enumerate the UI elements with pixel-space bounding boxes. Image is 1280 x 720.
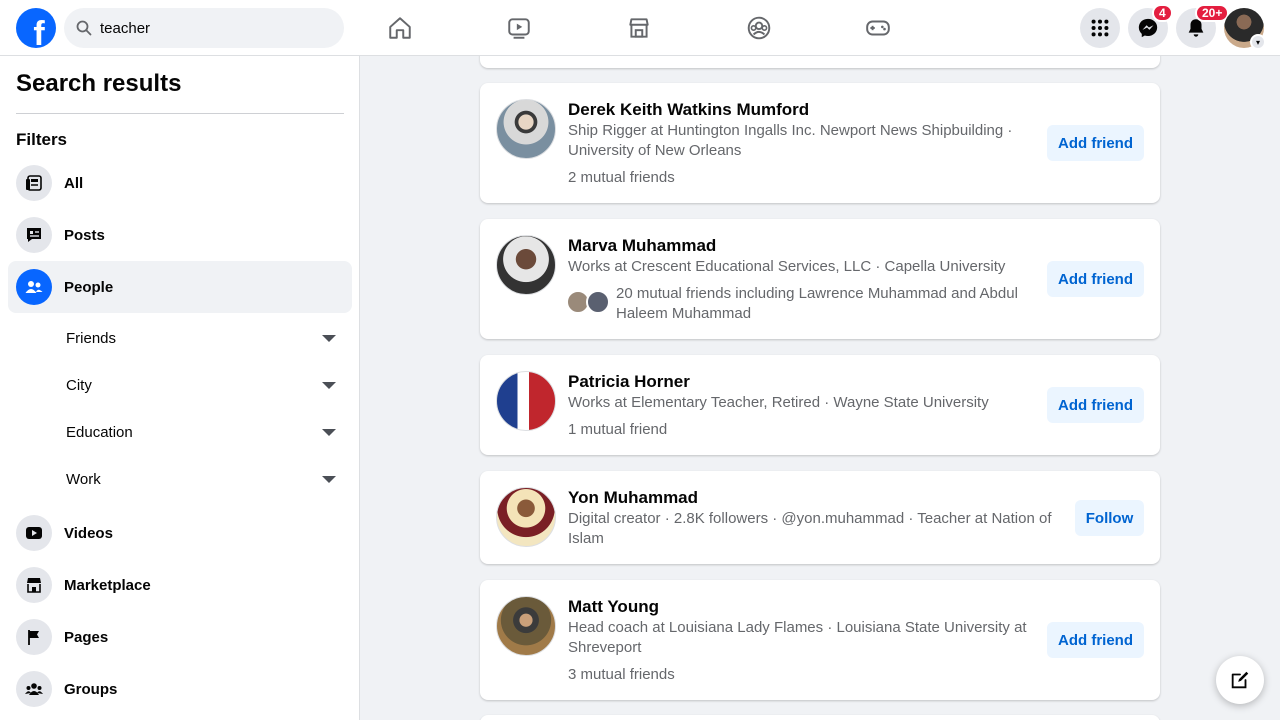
add-friend-button[interactable]: Add friend <box>1047 622 1144 658</box>
mutual-friends[interactable]: 20 mutual friends including Lawrence Muh… <box>616 284 1036 324</box>
video-icon <box>16 515 52 551</box>
person-name[interactable]: Patricia Horner <box>568 372 690 392</box>
search-input[interactable] <box>100 19 320 37</box>
result-card: Marva Muhammad Works at Crescent Educati… <box>480 219 1160 339</box>
messenger-button[interactable]: 4 <box>1128 4 1173 48</box>
groups-icon <box>16 671 52 707</box>
profile-avatar[interactable] <box>496 235 556 295</box>
mutual-friends[interactable]: 1 mutual friend <box>568 420 667 440</box>
person-details: Head coach at Louisiana Lady Flames · Lo… <box>568 619 1027 656</box>
caret-down-icon <box>322 334 336 342</box>
sidebar-item-videos[interactable]: Videos <box>8 507 352 559</box>
person-details: Works at Elementary Teacher, Retired · W… <box>568 394 989 411</box>
add-friend-button[interactable]: Add friend <box>1047 387 1144 423</box>
profile-avatar[interactable] <box>496 371 556 431</box>
profile-avatar[interactable] <box>496 487 556 547</box>
search-box[interactable] <box>64 8 344 48</box>
menu-grid-button[interactable] <box>1080 8 1120 48</box>
messenger-badge: 4 <box>1152 4 1173 22</box>
watch-icon[interactable] <box>503 12 535 44</box>
flag-icon <box>16 619 52 655</box>
caret-down-icon <box>322 428 336 436</box>
add-friend-button[interactable]: Add friend <box>1047 261 1144 297</box>
result-card: Patricia Horner Works at Elementary Teac… <box>480 355 1160 455</box>
new-message-button[interactable] <box>1216 656 1264 704</box>
notifications-badge: 20+ <box>1195 4 1230 22</box>
mutual-friends[interactable]: 3 mutual friends <box>568 665 675 685</box>
result-card: Matt Young Head coach at Louisiana Lady … <box>480 580 1160 700</box>
gaming-icon[interactable] <box>862 12 894 44</box>
follow-button[interactable]: Follow <box>1075 500 1144 536</box>
person-name[interactable]: Marva Muhammad <box>568 236 716 256</box>
sidebar-item-posts[interactable]: Posts <box>8 209 352 261</box>
caret-down-icon <box>322 475 336 483</box>
account-avatar-button[interactable]: ▾ <box>1224 8 1266 50</box>
home-icon[interactable] <box>384 12 416 44</box>
result-card: Yon Muhammad Digital creator · 2.8K foll… <box>480 471 1160 564</box>
marketplace-icon <box>16 567 52 603</box>
compose-icon <box>1231 671 1249 689</box>
sidebar-title: Search results <box>16 70 182 97</box>
filter-education-dropdown[interactable]: Education <box>66 412 346 452</box>
grid-icon <box>1091 19 1109 37</box>
profile-avatar[interactable] <box>496 99 556 159</box>
person-details: Works at Crescent Educational Services, … <box>568 258 1006 275</box>
newsfeed-icon <box>16 165 52 201</box>
search-icon <box>76 20 92 36</box>
filter-friends-dropdown[interactable]: Friends <box>66 318 346 358</box>
notifications-button[interactable]: 20+ <box>1176 4 1230 48</box>
chevron-down-icon: ▾ <box>1250 34 1266 50</box>
result-card: Derek Keith Watkins Mumford Ship Rigger … <box>480 83 1160 203</box>
filter-work-dropdown[interactable]: Work <box>66 459 346 499</box>
filter-city-dropdown[interactable]: City <box>66 365 346 405</box>
sidebar-divider <box>16 113 344 114</box>
profile-avatar[interactable] <box>496 596 556 656</box>
add-friend-button[interactable]: Add friend <box>1047 125 1144 161</box>
search-sidebar: Search results Filters All Posts People … <box>0 56 360 720</box>
filters-heading: Filters <box>16 130 68 149</box>
people-icon <box>16 269 52 305</box>
facebook-logo[interactable]: f <box>16 8 56 48</box>
person-name[interactable]: Yon Muhammad <box>568 488 698 508</box>
person-name[interactable]: Derek Keith Watkins Mumford <box>568 100 809 120</box>
person-details: Digital creator · 2.8K followers · @yon.… <box>568 510 1052 547</box>
marketplace-icon[interactable] <box>623 12 655 44</box>
sidebar-item-groups[interactable]: Groups <box>8 663 352 715</box>
posts-icon <box>16 217 52 253</box>
caret-down-icon <box>322 381 336 389</box>
sidebar-item-people[interactable]: People <box>8 261 352 313</box>
top-navigation-bar: f 4 20+ ▾ <box>0 0 1280 56</box>
groups-icon[interactable] <box>743 12 775 44</box>
person-details: Ship Rigger at Huntington Ingalls Inc. N… <box>568 122 1013 159</box>
sidebar-item-all[interactable]: All <box>8 157 352 209</box>
mutual-friend-avatar <box>586 290 610 314</box>
result-card-partial <box>480 715 1160 720</box>
mutual-friends[interactable]: 2 mutual friends <box>568 168 675 188</box>
sidebar-item-pages[interactable]: Pages <box>8 611 352 663</box>
sidebar-item-marketplace[interactable]: Marketplace <box>8 559 352 611</box>
person-name[interactable]: Matt Young <box>568 597 659 617</box>
